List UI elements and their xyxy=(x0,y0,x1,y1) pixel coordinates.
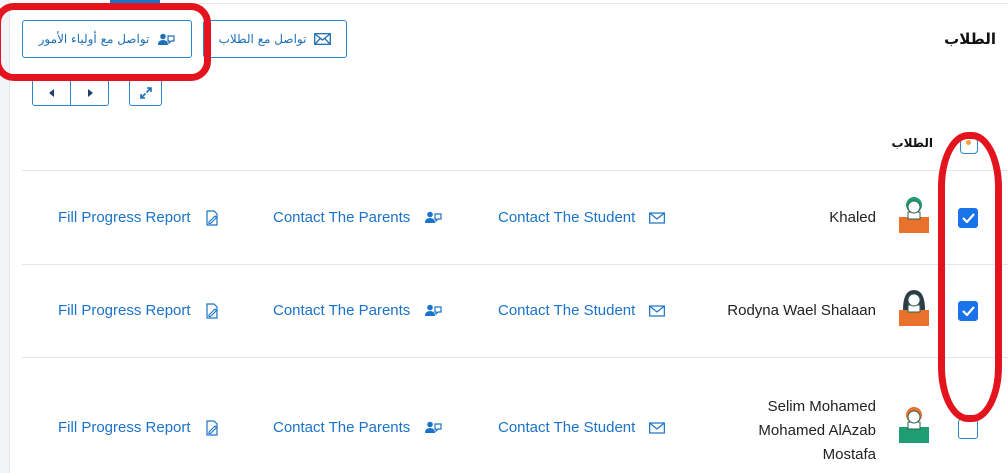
left-frame-edge xyxy=(0,0,10,473)
envelope-icon xyxy=(649,211,666,224)
student-name: Rodyna Wael Shalaan xyxy=(727,302,876,319)
select-all-checkbox[interactable] xyxy=(960,138,978,154)
pager xyxy=(32,79,109,106)
link-label: Contact The Parents xyxy=(273,302,411,319)
contact-parents-button[interactable]: تواصل مع أولياء الأمور xyxy=(22,20,192,58)
contact-parents-label: تواصل مع أولياء الأمور xyxy=(38,32,150,46)
section-title: الطلاب xyxy=(944,30,996,48)
report-edit-icon xyxy=(205,209,218,226)
report-edit-icon xyxy=(205,419,218,436)
fill-progress-report-link[interactable]: Fill Progress Report xyxy=(58,302,219,319)
boy-avatar-icon xyxy=(899,407,929,443)
contact-students-button[interactable]: تواصل مع الطلاب xyxy=(203,20,347,58)
report-edit-icon xyxy=(205,302,218,319)
check-icon xyxy=(962,306,975,316)
contact-student-link[interactable]: Contact The Student xyxy=(498,419,666,436)
fill-progress-report-link[interactable]: Fill Progress Report xyxy=(58,209,219,226)
caret-left-icon xyxy=(48,88,54,97)
link-label: Contact The Student xyxy=(498,302,636,319)
parents-icon xyxy=(425,304,442,316)
row-select-checkbox[interactable] xyxy=(958,301,978,321)
row-divider xyxy=(22,264,1008,265)
link-label: Contact The Student xyxy=(498,419,636,436)
girl-avatar-icon xyxy=(899,290,929,326)
row-select-checkbox[interactable] xyxy=(958,419,978,439)
student-name-line: Mostafa xyxy=(822,446,876,463)
link-label: Contact The Student xyxy=(498,209,636,226)
link-label: Contact The Parents xyxy=(273,419,411,436)
boy-avatar-icon xyxy=(899,197,929,233)
expand-button[interactable] xyxy=(129,79,162,106)
parents-icon xyxy=(425,421,442,433)
next-page-button[interactable] xyxy=(70,80,108,105)
contact-students-label: تواصل مع الطلاب xyxy=(218,32,307,46)
active-tab-indicator xyxy=(110,0,160,3)
header-divider xyxy=(22,170,1008,171)
student-name-line: Selim Mohamed xyxy=(767,398,876,415)
contact-student-link[interactable]: Contact The Student xyxy=(498,302,666,319)
expand-icon xyxy=(139,86,152,99)
link-label: Fill Progress Report xyxy=(58,302,191,319)
caret-right-icon xyxy=(87,88,93,97)
contact-parents-link[interactable]: Contact The Parents xyxy=(273,209,442,226)
contact-parents-link[interactable]: Contact The Parents xyxy=(273,419,442,436)
student-name: Selim Mohamed Mohamed AlAzab Mostafa xyxy=(758,395,876,467)
envelope-icon xyxy=(314,33,332,45)
contact-student-link[interactable]: Contact The Student xyxy=(498,209,666,226)
link-label: Contact The Parents xyxy=(273,209,411,226)
row-divider xyxy=(22,357,1008,358)
envelope-icon xyxy=(649,304,666,317)
check-icon xyxy=(962,213,975,223)
fill-progress-report-link[interactable]: Fill Progress Report xyxy=(58,419,219,436)
envelope-icon xyxy=(649,421,666,434)
row-select-checkbox[interactable] xyxy=(958,208,978,228)
contact-parents-link[interactable]: Contact The Parents xyxy=(273,302,442,319)
column-header-students: الطلاب xyxy=(891,136,933,150)
top-divider xyxy=(10,3,1008,4)
student-name-line: Mohamed AlAzab xyxy=(758,422,876,439)
link-label: Fill Progress Report xyxy=(58,419,191,436)
parents-icon xyxy=(425,211,442,223)
student-name: Khaled xyxy=(829,209,876,226)
prev-page-button[interactable] xyxy=(33,80,70,105)
link-label: Fill Progress Report xyxy=(58,209,191,226)
partial-indicator xyxy=(966,140,971,145)
parents-icon xyxy=(158,33,175,45)
annotation-highlight xyxy=(938,132,1002,422)
